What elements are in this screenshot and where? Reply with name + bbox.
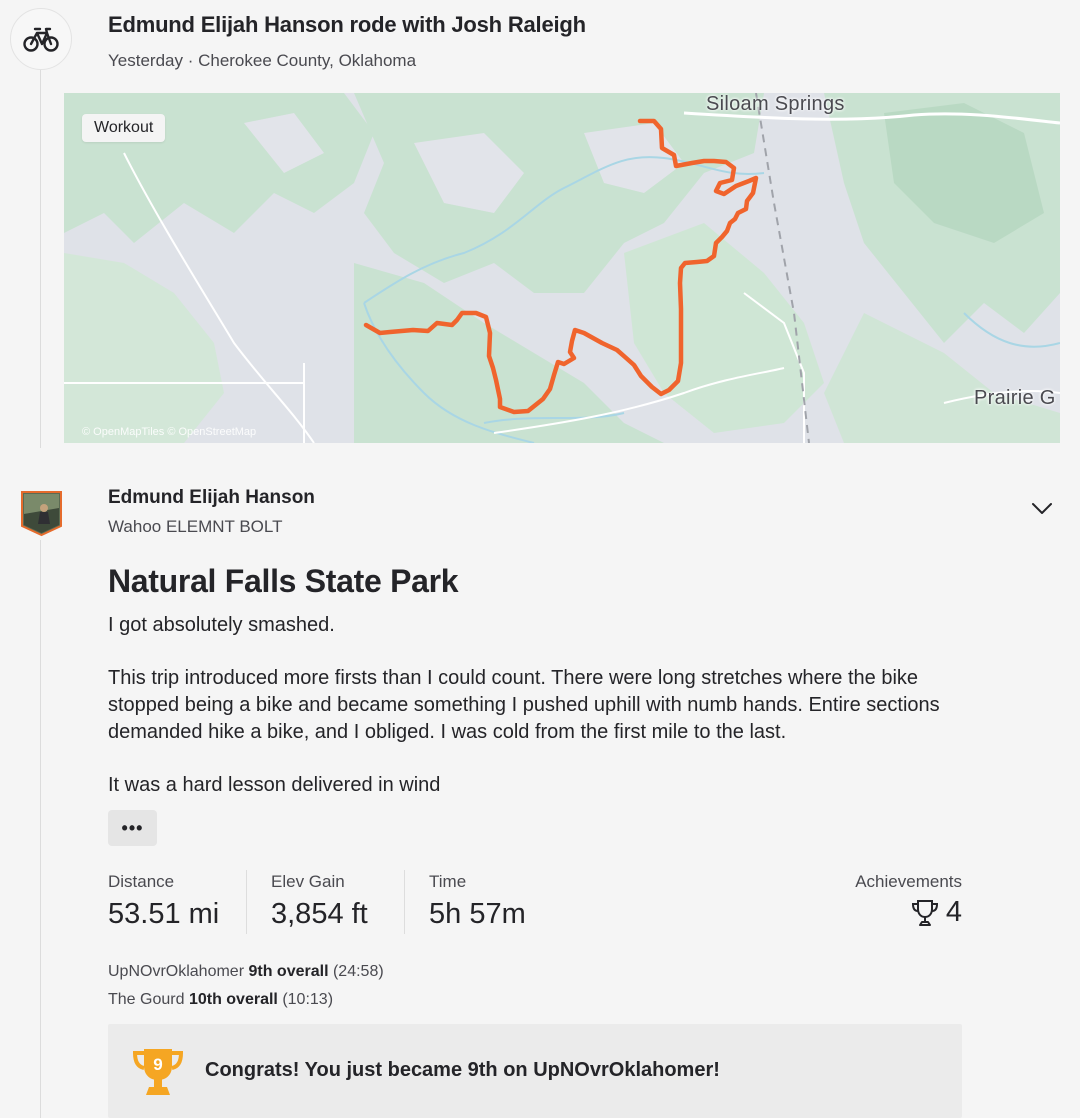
congrats-banner[interactable]: 9 Congrats! You just became 9th on UpNOv… — [108, 1024, 962, 1118]
segment-rank: 10th overall — [188, 991, 278, 1008]
workout-badge: Workout — [82, 114, 166, 142]
bicycle-icon — [23, 27, 59, 52]
segment-time: (10:13) — [282, 991, 334, 1008]
more-options-button[interactable]: ••• — [108, 810, 157, 846]
stat-achievements[interactable]: Achievements 4 — [855, 872, 962, 929]
activity-date-location: Yesterday · Cherokee County, Oklahoma — [108, 51, 417, 70]
athlete-name[interactable]: Edmund Elijah Hanson — [108, 487, 315, 509]
stat-label: Distance — [108, 872, 175, 891]
segment-time: (24:58) — [332, 963, 384, 980]
stat-divider — [404, 870, 405, 934]
stat-label: Elev Gain — [271, 872, 345, 891]
avatar[interactable] — [20, 490, 63, 537]
description-paragraph: This trip introduced more firsts than I … — [108, 667, 940, 743]
stat-elev-gain: Elev Gain 3,854 ft — [271, 872, 368, 931]
segment-name: UpNOvrOklahomer — [108, 963, 245, 980]
activity-description: I got absolutely smashed. This trip intr… — [108, 612, 988, 825]
map-label-prairie-grove: Prairie G — [974, 387, 1056, 409]
timeline-line — [40, 540, 41, 1118]
stat-distance: Distance 53.51 mi — [108, 872, 219, 931]
trophy-rank-number: 9 — [153, 1055, 162, 1074]
stat-divider — [246, 870, 247, 934]
bike-group-icon[interactable] — [10, 8, 72, 70]
stat-value: 5h 57m — [429, 898, 526, 930]
device-name: Wahoo ELEMNT BOLT — [108, 517, 283, 536]
map-label-siloam-springs: Siloam Springs — [706, 93, 845, 115]
group-activity-title[interactable]: Edmund Elijah Hanson rode with Josh Rale… — [108, 12, 586, 38]
stat-value: 3,854 ft — [271, 898, 368, 930]
route-map[interactable]: Workout Siloam Springs Prairie G © OpenM… — [64, 93, 1060, 443]
stat-label: Time — [429, 872, 467, 891]
stat-value: 53.51 mi — [108, 898, 220, 930]
congrats-message: Congrats! You just became 9th on UpNOvrO… — [205, 1059, 720, 1081]
chevron-down-icon[interactable] — [1030, 498, 1054, 518]
segment-result[interactable]: The Gourd 10th overall (10:13) — [108, 991, 333, 1009]
timeline-line — [40, 68, 41, 448]
map-attribution[interactable]: © OpenMapTiles © OpenStreetMap — [82, 426, 256, 438]
activity-title[interactable]: Natural Falls State Park — [108, 563, 459, 600]
map-canvas — [64, 93, 1060, 443]
segment-result[interactable]: UpNOvrOklahomer 9th overall (24:58) — [108, 963, 384, 981]
gold-trophy-icon: 9 — [132, 1046, 184, 1098]
avatar-image — [21, 491, 62, 537]
segment-name: The Gourd — [108, 991, 185, 1008]
stat-label: Achievements — [855, 872, 962, 891]
segment-rank: 9th overall — [248, 963, 329, 980]
stat-time: Time 5h 57m — [429, 872, 526, 931]
description-paragraph: It was a hard lesson delivered in wind — [108, 774, 441, 796]
achievements-count: 4 — [945, 896, 962, 928]
description-paragraph: I got absolutely smashed. — [108, 614, 335, 636]
trophy-icon — [911, 899, 938, 926]
